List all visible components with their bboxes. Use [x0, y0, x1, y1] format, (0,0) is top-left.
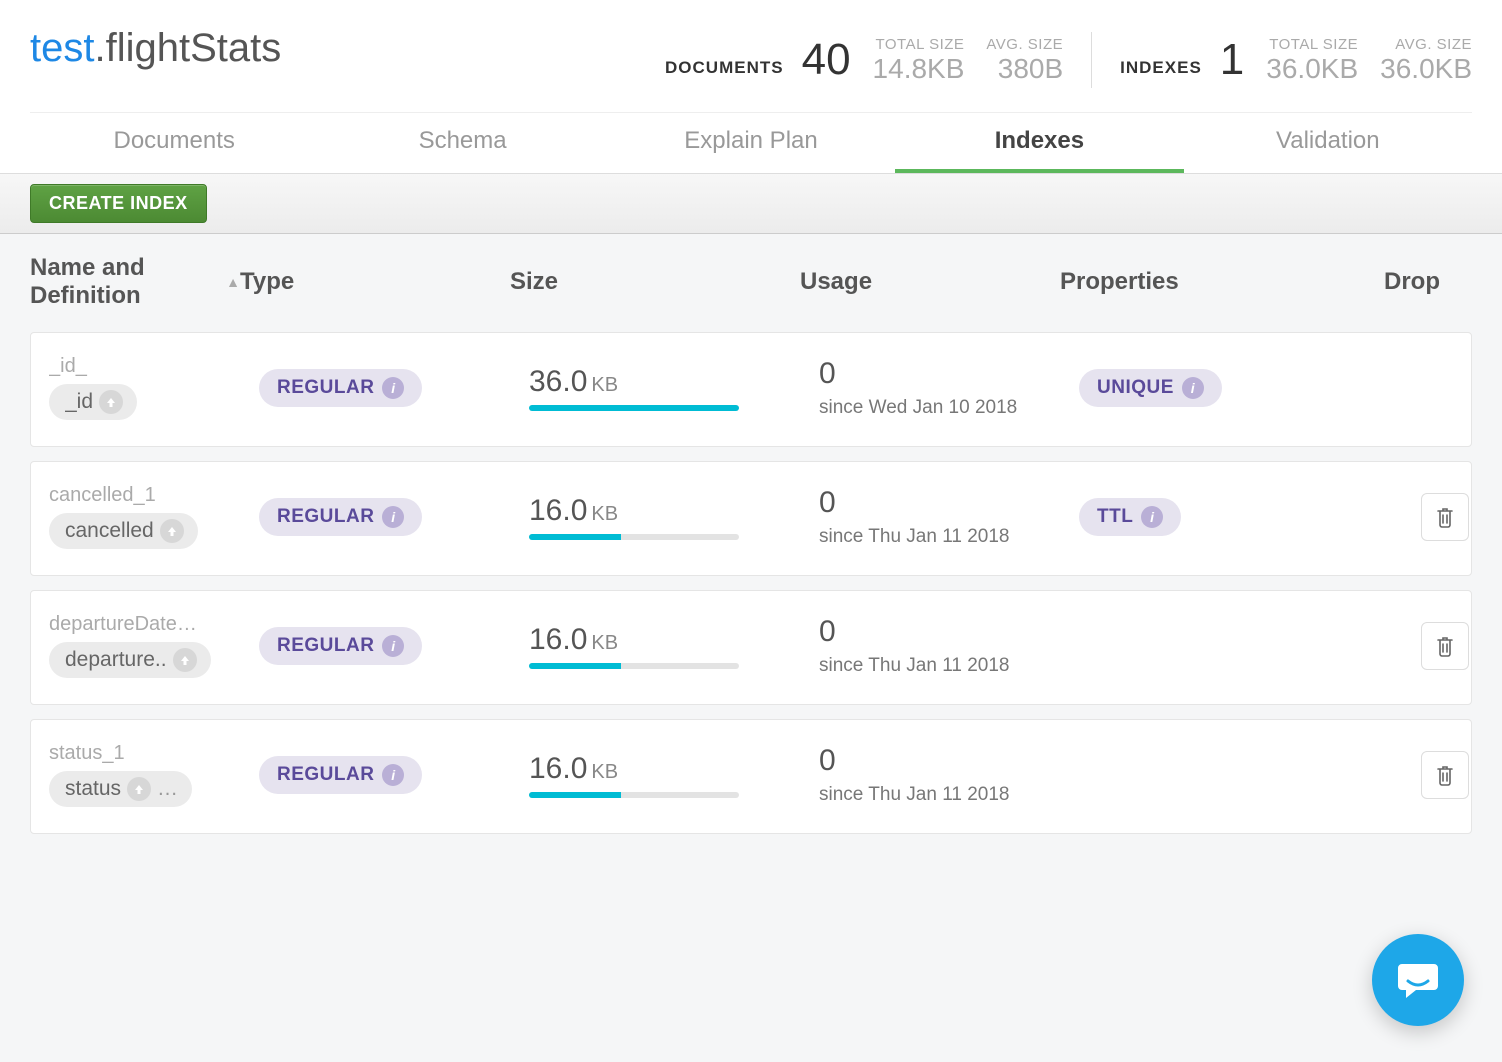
- type-badge: REGULARi: [259, 627, 422, 665]
- info-icon[interactable]: i: [1141, 506, 1163, 528]
- name-cell: _id_ _id: [49, 355, 259, 420]
- arrow-up-icon: [99, 390, 123, 414]
- create-index-button[interactable]: CREATE INDEX: [30, 184, 207, 223]
- name-cell: status_1 status…: [49, 742, 259, 807]
- collection-name: flightStats: [106, 26, 282, 70]
- drop-index-button[interactable]: [1421, 751, 1469, 799]
- drop-index-button[interactable]: [1421, 622, 1469, 670]
- index-name: departureDate…: [49, 613, 219, 636]
- properties-cell: UNIQUEi: [1079, 369, 1339, 407]
- documents-count: 40: [802, 38, 851, 82]
- name-cell: cancelled_1 cancelled: [49, 484, 259, 549]
- type-cell: REGULARi: [259, 756, 529, 794]
- col-drop: Drop: [1320, 268, 1450, 296]
- usage-cell: 0since Thu Jan 11 2018: [819, 615, 1079, 677]
- usage-cell: 0since Wed Jan 10 2018: [819, 357, 1079, 419]
- index-name: cancelled_1: [49, 484, 219, 507]
- info-icon[interactable]: i: [382, 377, 404, 399]
- type-badge: REGULARi: [259, 498, 422, 536]
- sort-asc-icon: ▲: [226, 274, 240, 290]
- property-badge: TTLi: [1079, 498, 1181, 536]
- index-name: status_1: [49, 742, 219, 765]
- tab-indexes[interactable]: Indexes: [895, 113, 1183, 173]
- type-cell: REGULARi: [259, 627, 529, 665]
- index-row: _id_ _id REGULARi 36.0KB0since Wed Jan 10 2…: [30, 332, 1472, 447]
- tab-validation[interactable]: Validation: [1184, 113, 1472, 173]
- tab-explain-plan[interactable]: Explain Plan: [607, 113, 895, 173]
- table-header: Name and Definition▲ Type Size Usage Pro…: [30, 234, 1472, 332]
- field-pill: _id: [49, 384, 137, 420]
- chat-fab[interactable]: [1372, 934, 1464, 1026]
- size-bar: [529, 405, 739, 411]
- size-bar: [529, 792, 739, 798]
- index-avg-size: AVG. SIZE 36.0KB: [1380, 36, 1472, 85]
- doc-avg-size: AVG. SIZE 380B: [986, 36, 1063, 85]
- tab-bar: DocumentsSchemaExplain PlanIndexesValida…: [30, 112, 1472, 173]
- col-properties[interactable]: Properties: [1060, 268, 1320, 296]
- drop-cell: [1339, 622, 1469, 670]
- col-size[interactable]: Size: [510, 268, 800, 296]
- name-cell: departureDate… departure..: [49, 613, 259, 678]
- documents-label: DOCUMENTS: [665, 58, 784, 78]
- index-total-size: TOTAL SIZE 36.0KB: [1266, 36, 1358, 85]
- collection-header: test.flightStats DOCUMENTS 40 TOTAL SIZE…: [0, 0, 1502, 174]
- info-icon[interactable]: i: [382, 635, 404, 657]
- info-icon[interactable]: i: [382, 764, 404, 786]
- collection-title: test.flightStats: [30, 18, 665, 79]
- size-cell: 16.0KB: [529, 623, 819, 669]
- header-stats: DOCUMENTS 40 TOTAL SIZE 14.8KB AVG. SIZE…: [665, 18, 1472, 100]
- size-bar: [529, 663, 739, 669]
- col-type[interactable]: Type: [240, 268, 510, 296]
- indexes-label: INDEXES: [1120, 58, 1202, 78]
- info-icon[interactable]: i: [382, 506, 404, 528]
- arrow-up-icon: [127, 777, 151, 801]
- trash-icon: [1435, 764, 1455, 786]
- trash-icon: [1435, 506, 1455, 528]
- usage-cell: 0since Thu Jan 11 2018: [819, 744, 1079, 806]
- drop-index-button[interactable]: [1421, 493, 1469, 541]
- index-row: status_1 status… REGULARi 16.0KB0since Thu …: [30, 719, 1472, 834]
- tab-documents[interactable]: Documents: [30, 113, 318, 173]
- usage-cell: 0since Thu Jan 11 2018: [819, 486, 1079, 548]
- tab-schema[interactable]: Schema: [318, 113, 606, 173]
- size-cell: 16.0KB: [529, 752, 819, 798]
- trash-icon: [1435, 635, 1455, 657]
- field-pill: status…: [49, 771, 192, 807]
- type-cell: REGULARi: [259, 369, 529, 407]
- info-icon[interactable]: i: [1182, 377, 1204, 399]
- properties-cell: TTLi: [1079, 498, 1339, 536]
- arrow-up-icon: [173, 648, 197, 672]
- doc-total-size: TOTAL SIZE 14.8KB: [873, 36, 965, 85]
- size-cell: 16.0KB: [529, 494, 819, 540]
- type-badge: REGULARi: [259, 756, 422, 794]
- index-name: _id_: [49, 355, 219, 378]
- drop-cell: [1339, 751, 1469, 799]
- size-bar: [529, 534, 739, 540]
- arrow-up-icon: [160, 519, 184, 543]
- db-name: test: [30, 26, 94, 70]
- index-row: departureDate… departure.. REGULARi 16.0KB0…: [30, 590, 1472, 705]
- divider: [1091, 32, 1092, 88]
- field-pill: cancelled: [49, 513, 198, 549]
- type-cell: REGULARi: [259, 498, 529, 536]
- col-usage[interactable]: Usage: [800, 268, 1060, 296]
- property-badge: UNIQUEi: [1079, 369, 1222, 407]
- type-badge: REGULARi: [259, 369, 422, 407]
- index-row: cancelled_1 cancelled REGULARi 16.0KB0since…: [30, 461, 1472, 576]
- indexes-count: 1: [1220, 38, 1244, 82]
- toolbar: CREATE INDEX: [0, 174, 1502, 234]
- field-pill: departure..: [49, 642, 211, 678]
- size-cell: 36.0KB: [529, 365, 819, 411]
- chat-icon: [1396, 960, 1440, 1000]
- drop-cell: [1339, 493, 1469, 541]
- col-name[interactable]: Name and Definition▲: [30, 254, 240, 310]
